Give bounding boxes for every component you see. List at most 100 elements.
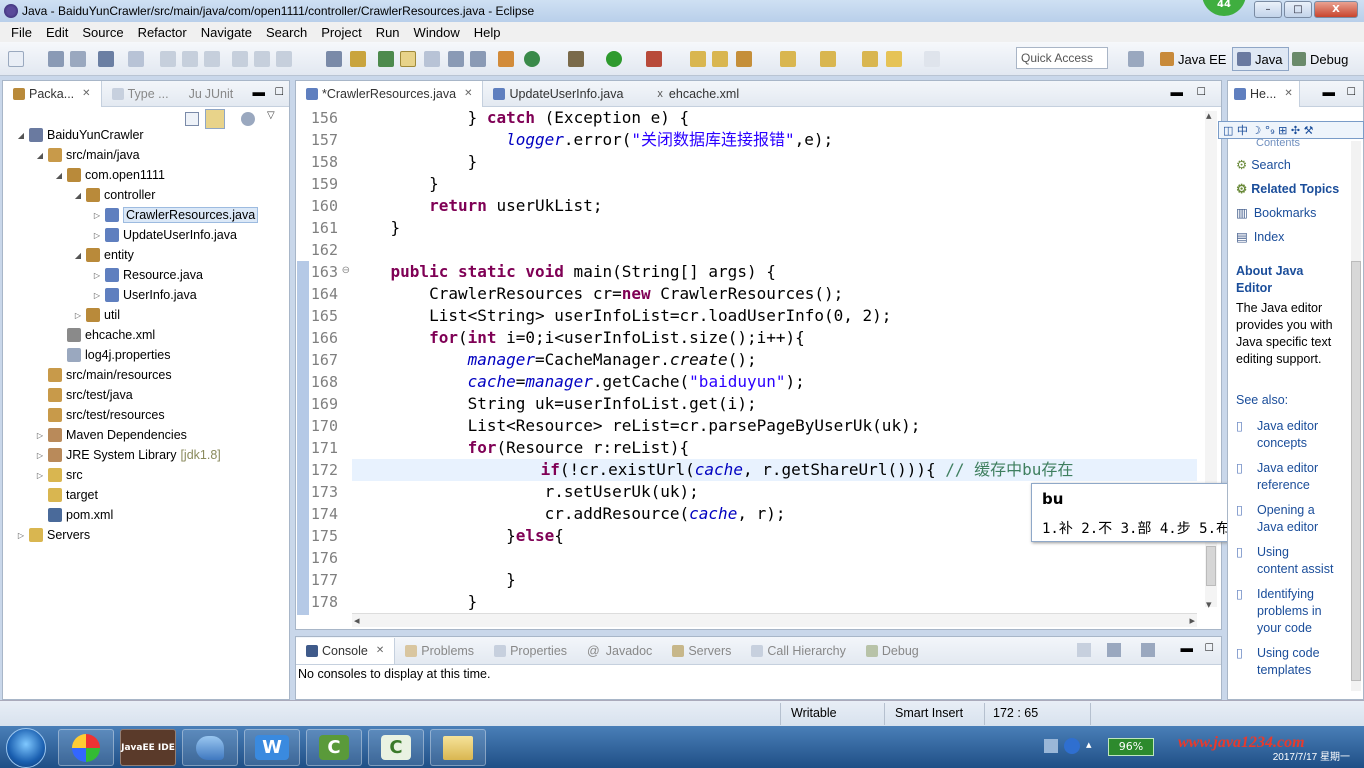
expand-toggle-icon[interactable]: ▷: [91, 211, 103, 220]
maximize-button[interactable]: □: [1284, 1, 1312, 18]
format-icon[interactable]: [470, 51, 486, 67]
fold-toggle-icon[interactable]: ⊖: [342, 265, 350, 276]
expand-toggle-icon[interactable]: ▷: [34, 431, 46, 440]
view-menu-icon[interactable]: [241, 112, 255, 126]
tree-item[interactable]: ◢ src/main/java: [34, 145, 140, 165]
tab-crawler-resources[interactable]: *CrawlerResources.java ✕: [296, 80, 484, 107]
perspective-java[interactable]: Java: [1232, 47, 1290, 71]
tree-item[interactable]: ▷ UserInfo.java: [91, 285, 197, 305]
open-perspective-icon[interactable]: [1128, 51, 1144, 67]
scroll-up-icon[interactable]: ▴: [1206, 109, 1212, 122]
perspective-java-ee[interactable]: Java EE: [1160, 47, 1226, 71]
taskbar-app-camtasia-1[interactable]: C: [306, 729, 362, 766]
current-code-line[interactable]: if(!cr.existUrl(cache, r.getShareUrl()))…: [352, 459, 1197, 481]
close-tab-icon[interactable]: ✕: [82, 88, 90, 99]
step-into-icon[interactable]: [232, 51, 248, 67]
run-icon[interactable]: [606, 51, 622, 67]
battery-indicator[interactable]: 96%: [1108, 738, 1154, 756]
taskbar-app-dolphin[interactable]: [182, 729, 238, 766]
code-line[interactable]: cr.addResource(cache, r);: [352, 503, 786, 525]
debug-icon[interactable]: [568, 51, 584, 67]
help-link-contents[interactable]: Contents: [1256, 137, 1300, 149]
scrollbar-thumb[interactable]: [1206, 546, 1216, 586]
code-line[interactable]: manager=CacheManager.create();: [352, 349, 757, 371]
code-line[interactable]: } catch (Exception e) {: [352, 107, 690, 129]
expand-toggle-icon[interactable]: ◢: [34, 151, 46, 160]
close-button[interactable]: X: [1314, 1, 1358, 18]
step-over-icon[interactable]: [254, 51, 270, 67]
taskbar-app-explorer[interactable]: [430, 729, 486, 766]
expand-toggle-icon[interactable]: ▷: [91, 291, 103, 300]
refresh-icon[interactable]: [524, 51, 540, 67]
ime-candidates[interactable]: 1.补 2.不 3.部 4.步 5.布: [1042, 518, 1230, 538]
close-tab-icon[interactable]: ✕: [1284, 88, 1292, 99]
maximize-help-icon[interactable]: □: [1347, 84, 1355, 98]
scroll-left-icon[interactable]: ◂: [354, 614, 360, 627]
toggle-breadcrumb-icon[interactable]: [378, 51, 394, 67]
maximize-view-icon[interactable]: □: [275, 84, 283, 98]
tree-item[interactable]: ◢ entity: [72, 245, 134, 265]
menu-run[interactable]: Run: [369, 25, 407, 40]
help-link-java-editor-reference[interactable]: ▯ Java editor reference: [1236, 460, 1318, 494]
expand-toggle-icon[interactable]: ▷: [91, 231, 103, 240]
help-link-identifying-problems[interactable]: ▯ Identifying problems in your code: [1236, 586, 1322, 637]
open-console-icon[interactable]: [326, 51, 342, 67]
tree-item[interactable]: ▷ UpdateUserInfo.java: [91, 225, 237, 245]
toggle-mark-icon[interactable]: [350, 51, 366, 67]
minimize-view-icon[interactable]: ▬: [253, 85, 266, 99]
ime-candidate-popup[interactable]: bu ◂ ▸ 1.补 2.不 3.部 4.步 5.布: [1031, 483, 1259, 542]
minimize-button[interactable]: –: [1254, 1, 1282, 18]
tree-item[interactable]: ▷ Resource.java: [91, 265, 203, 285]
tree-item[interactable]: ehcache.xml: [53, 325, 155, 345]
expand-toggle-icon[interactable]: ▷: [72, 311, 84, 320]
tab-properties[interactable]: Properties: [484, 638, 577, 664]
maximize-console-icon[interactable]: □: [1205, 640, 1213, 654]
highlight-icon[interactable]: [400, 51, 416, 67]
help-link-java-editor-concepts[interactable]: ▯ Java editor concepts: [1236, 418, 1318, 452]
tree-item[interactable]: ◢ com.open1111: [53, 165, 165, 185]
resume-icon[interactable]: [160, 51, 176, 67]
maximize-editor-icon[interactable]: □: [1197, 84, 1205, 98]
code-line[interactable]: return userUkList;: [352, 195, 602, 217]
code-line[interactable]: [352, 547, 362, 569]
open-type-icon[interactable]: [498, 51, 514, 67]
code-line[interactable]: }: [352, 173, 439, 195]
menu-source[interactable]: Source: [75, 25, 130, 40]
menu-search[interactable]: Search: [259, 25, 314, 40]
expand-toggle-icon[interactable]: ▷: [34, 471, 46, 480]
collapse-all-icon[interactable]: [185, 112, 199, 126]
tree-item[interactable]: ◢ controller: [72, 185, 155, 205]
quick-access-input[interactable]: Quick Access: [1016, 47, 1108, 69]
minimize-console-icon[interactable]: ▬: [1181, 641, 1194, 655]
help-link-content-assist[interactable]: ▯ Using content assist: [1236, 544, 1333, 578]
suspend-icon[interactable]: [182, 51, 198, 67]
block-selection-icon[interactable]: [448, 51, 464, 67]
tree-item[interactable]: pom.xml: [34, 505, 113, 525]
menu-refactor[interactable]: Refactor: [131, 25, 194, 40]
tab-type-hierarchy[interactable]: Type ...: [102, 81, 179, 107]
menu-help[interactable]: Help: [467, 25, 508, 40]
save-all-icon[interactable]: [70, 51, 86, 67]
tree-item[interactable]: ◢ BaiduYunCrawler: [15, 125, 144, 145]
tree-item[interactable]: src/main/resources: [34, 365, 172, 385]
step-return-icon[interactable]: [276, 51, 292, 67]
tree-item[interactable]: ▷ Maven Dependencies: [34, 425, 187, 445]
help-link-index[interactable]: ▤ Index: [1236, 229, 1284, 244]
next-annotation-icon[interactable]: [780, 51, 796, 67]
expand-toggle-icon[interactable]: ▷: [15, 531, 27, 540]
print-icon[interactable]: [98, 51, 114, 67]
expand-toggle-icon[interactable]: ◢: [72, 251, 84, 260]
tab-call-hierarchy[interactable]: Call Hierarchy: [741, 638, 856, 664]
open-task-icon[interactable]: [712, 51, 728, 67]
code-line[interactable]: List<Resource> reList=cr.parsePageByUser…: [352, 415, 921, 437]
code-line[interactable]: r.setUserUk(uk);: [352, 481, 699, 503]
forward-icon[interactable]: [924, 51, 940, 67]
tree-item[interactable]: src/test/resources: [34, 405, 165, 425]
code-line[interactable]: }: [352, 217, 401, 239]
tray-help-icon[interactable]: [1064, 738, 1080, 754]
tab-junit[interactable]: Ju JUnit: [179, 81, 244, 107]
tree-item[interactable]: src/test/java: [34, 385, 133, 405]
view-menu-chevron-icon[interactable]: ▽: [267, 110, 275, 121]
code-line[interactable]: String uk=userInfoList.get(i);: [352, 393, 757, 415]
close-tab-icon[interactable]: ✕: [376, 645, 384, 656]
